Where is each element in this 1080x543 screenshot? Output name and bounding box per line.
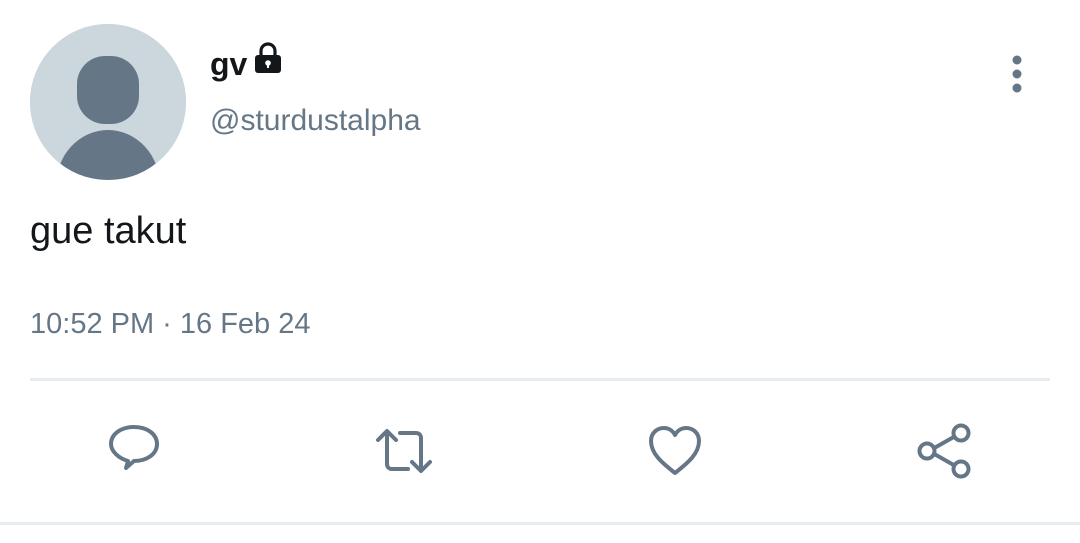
- display-name-row[interactable]: gv: [210, 41, 285, 84]
- share-icon: [917, 423, 971, 479]
- avatar[interactable]: [30, 24, 186, 180]
- reply-button[interactable]: [104, 420, 164, 482]
- tweet-text: gue takut: [30, 210, 187, 252]
- tweet-timestamp[interactable]: 10:52 PM · 16 Feb 24: [30, 305, 311, 343]
- divider: [0, 522, 1080, 525]
- retweet-button[interactable]: [374, 420, 434, 482]
- user-handle[interactable]: @sturdustalpha: [210, 102, 421, 140]
- heart-icon: [649, 426, 701, 475]
- default-avatar-icon: [30, 24, 186, 180]
- display-name[interactable]: gv: [210, 44, 247, 84]
- more-options-icon[interactable]: [1000, 54, 1034, 98]
- lock-icon: [251, 41, 285, 75]
- share-button[interactable]: [915, 420, 975, 482]
- retweet-icon: [376, 429, 432, 473]
- like-button[interactable]: [645, 420, 705, 482]
- divider: [30, 378, 1050, 381]
- reply-icon: [109, 425, 159, 470]
